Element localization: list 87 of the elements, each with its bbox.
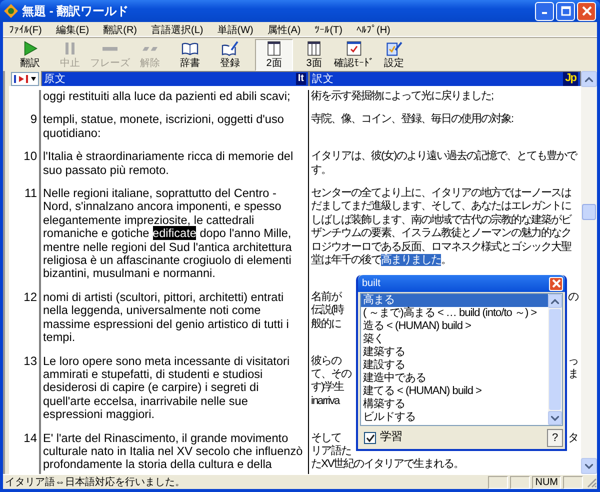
menu-item[interactable]: ﾌｧｲﾙ(F) [9, 24, 42, 36]
menu-item[interactable]: 単語(W) [217, 22, 254, 36]
menu-item[interactable]: 編集(E) [56, 22, 90, 36]
scroll-up-button[interactable] [581, 71, 597, 87]
status-message: イタリア語⇔日本語対応を行いました。 [4, 476, 186, 489]
maximize-icon [560, 6, 570, 16]
translated-text-fragment: たXV世紀のイタリアで生まれる。 [311, 458, 464, 472]
source-sentence: Le loro opere sono meta incessante di visitatori ammirati e stupefatti, di studenti e studiosi desiderosi di capire (e carpire) i segreti di quell'arte eccelsa, inarrivabile nelle sue espressioni maggiori. [43, 354, 291, 422]
toolbar-button[interactable]: 翻訳 [11, 39, 49, 71]
close-button[interactable] [549, 276, 563, 290]
help-button[interactable]: ? [547, 429, 563, 447]
language-badge: Jp [563, 72, 578, 86]
column-title: 訳文 [312, 72, 334, 86]
close-button[interactable] [577, 2, 596, 20]
close-icon [582, 6, 592, 16]
candidate-item[interactable]: 建てる < (HUMAN) build > [361, 385, 548, 398]
translated-text-fragment: の [568, 290, 578, 304]
maximize-button[interactable] [556, 2, 575, 20]
line-number: 11 [24, 186, 37, 200]
toolbar-button[interactable]: 辞書 [171, 39, 209, 71]
source-sentence: templi, statue, monete, iscrizioni, oggetti d'uso quotidiano: [43, 113, 285, 140]
minimize-button[interactable] [535, 2, 554, 20]
scroll-thumb[interactable] [582, 204, 596, 220]
source-sentence: Nelle regioni italiane, soprattutto del Centro - Nord, s'innalzano ancora imponenti, e spesso elegantemente impreziosite, le cattedrali romaniche e gotiche edificate dopo l'anno Mille, mentre nelle regioni del Sud l'antica architettura religiosa è un affascinante crogiuolo di elementi bizantini, musulmani e normanni. [43, 187, 293, 281]
translated-text-fragment: タ [568, 432, 578, 445]
vertical-scrollbar[interactable] [581, 71, 597, 474]
line-number: 10 [24, 149, 37, 164]
toolbar-button[interactable]: 確認ﾓｰﾄﾞ [335, 39, 373, 71]
window-title: 無題 - 翻訳ワールド [22, 2, 129, 20]
status-panel [488, 476, 508, 488]
line-number: 12 [24, 290, 37, 304]
translated-sentence: 寺院、像、コイン、登録、毎日の使用の対象: [311, 113, 514, 127]
menu-item[interactable]: 言語選択(L) [151, 22, 204, 36]
translated-sentence: イタリアは、彼(女)のより遠い過去の記憶で、とても豊かです。 [311, 150, 578, 178]
language-direction-icon [13, 74, 37, 84]
menu-item[interactable]: ﾂｰﾙ(T) [314, 24, 342, 36]
toolbar-button[interactable]: 設定 [375, 39, 413, 71]
translated-text-fragment: 般的に [311, 318, 341, 332]
language-dropdown[interactable] [11, 72, 39, 86]
toolbar-button[interactable]: 2面 [255, 39, 293, 71]
learn-label: 学習 [380, 431, 402, 445]
line-number: 9 [30, 112, 37, 126]
source-sentence: oggi restituiti alla luce da pazienti ed abili scavi; [43, 90, 292, 104]
translated-text-fragment: 名前が [311, 290, 341, 304]
checkmark-icon [366, 434, 374, 442]
popup-title: built [362, 278, 380, 289]
translated-text-fragment: リア語た [311, 444, 351, 458]
candidate-item[interactable]: ビルドする [361, 411, 548, 424]
candidate-item[interactable]: 造る < (HUMAN) build > [361, 320, 548, 333]
close-icon [552, 279, 560, 288]
candidate-item[interactable]: 建設する [361, 359, 548, 372]
translated-sentence: 術を示す発掘物によって光に戻りました; [311, 90, 494, 104]
candidate-item[interactable]: 建築する [361, 346, 548, 359]
column-title: 原文 [44, 72, 66, 86]
line-number: 14 [24, 430, 37, 445]
scroll-down-button[interactable] [581, 458, 597, 474]
candidate-item[interactable]: 築く [361, 333, 548, 346]
status-panel [510, 476, 530, 488]
status-panel [563, 476, 583, 488]
learn-checkbox[interactable] [364, 432, 376, 444]
toolbar-button[interactable]: 3面 [295, 39, 333, 71]
translated-text-fragment: 伝説(時 [311, 304, 344, 318]
translated-sentence: センターの全てより上に、イタリアの地方ではーノースはだましてまだ進級します、そして、あなたはエレガントにしばしば装飾します、南の地域で古代の宗教的な建築がビザンチウムの要素、イスラム教徒とノーマンの魅力的なクロジウオーロである反面、ロマネスク様式とゴシック大聖堂は年千の後で高まりました。 [311, 187, 572, 268]
source-sentence: E' l'arte del Rinascimento, il grande movimento culturale nato in Italia nel XV secolo che influenzò profondamente la storia della cultura e della [43, 432, 304, 472]
translated-text-fragment: て、その [311, 368, 351, 381]
line-number: 13 [24, 354, 37, 368]
menu-item[interactable]: 属性(A) [267, 22, 301, 36]
menu-item[interactable]: ﾍﾙﾌﾟ(H) [356, 24, 390, 36]
resize-grip-icon [585, 476, 597, 488]
candidate-item[interactable]: 建造中である [361, 372, 548, 385]
app-icon [4, 4, 18, 18]
candidate-item[interactable]: 構築する [361, 398, 548, 411]
translated-text-fragment: ま [568, 368, 578, 382]
source-sentence: l'Italia è straordinariamente ricca di memorie del suo passato più remoto. [43, 150, 294, 178]
language-badge: It [296, 73, 306, 85]
list-scrollbar[interactable] [548, 294, 562, 425]
translated-text-fragment: 彼らの [311, 354, 341, 368]
translated-text-fragment: す)学生 [311, 381, 344, 395]
source-sentence: nomi di artisti (scultori, pittori, architetti) entrati nella leggenda, universalmente noti come massime espressioni del genio artistico di tutti i tempi. [43, 290, 290, 344]
translated-text-fragment: そして [311, 432, 341, 445]
toolbar-button[interactable]: 登録 [211, 39, 249, 71]
menu-item[interactable]: 翻訳(R) [103, 22, 138, 36]
status-indicator: NUM [532, 476, 561, 488]
translated-text-fragment: っ [568, 354, 578, 368]
candidate-item[interactable]: ( ～まで)高まる < … build (into/to ～) > [361, 307, 548, 320]
candidate-item[interactable]: 高まる [361, 294, 548, 307]
translated-text-fragment: inarriva [311, 394, 340, 408]
